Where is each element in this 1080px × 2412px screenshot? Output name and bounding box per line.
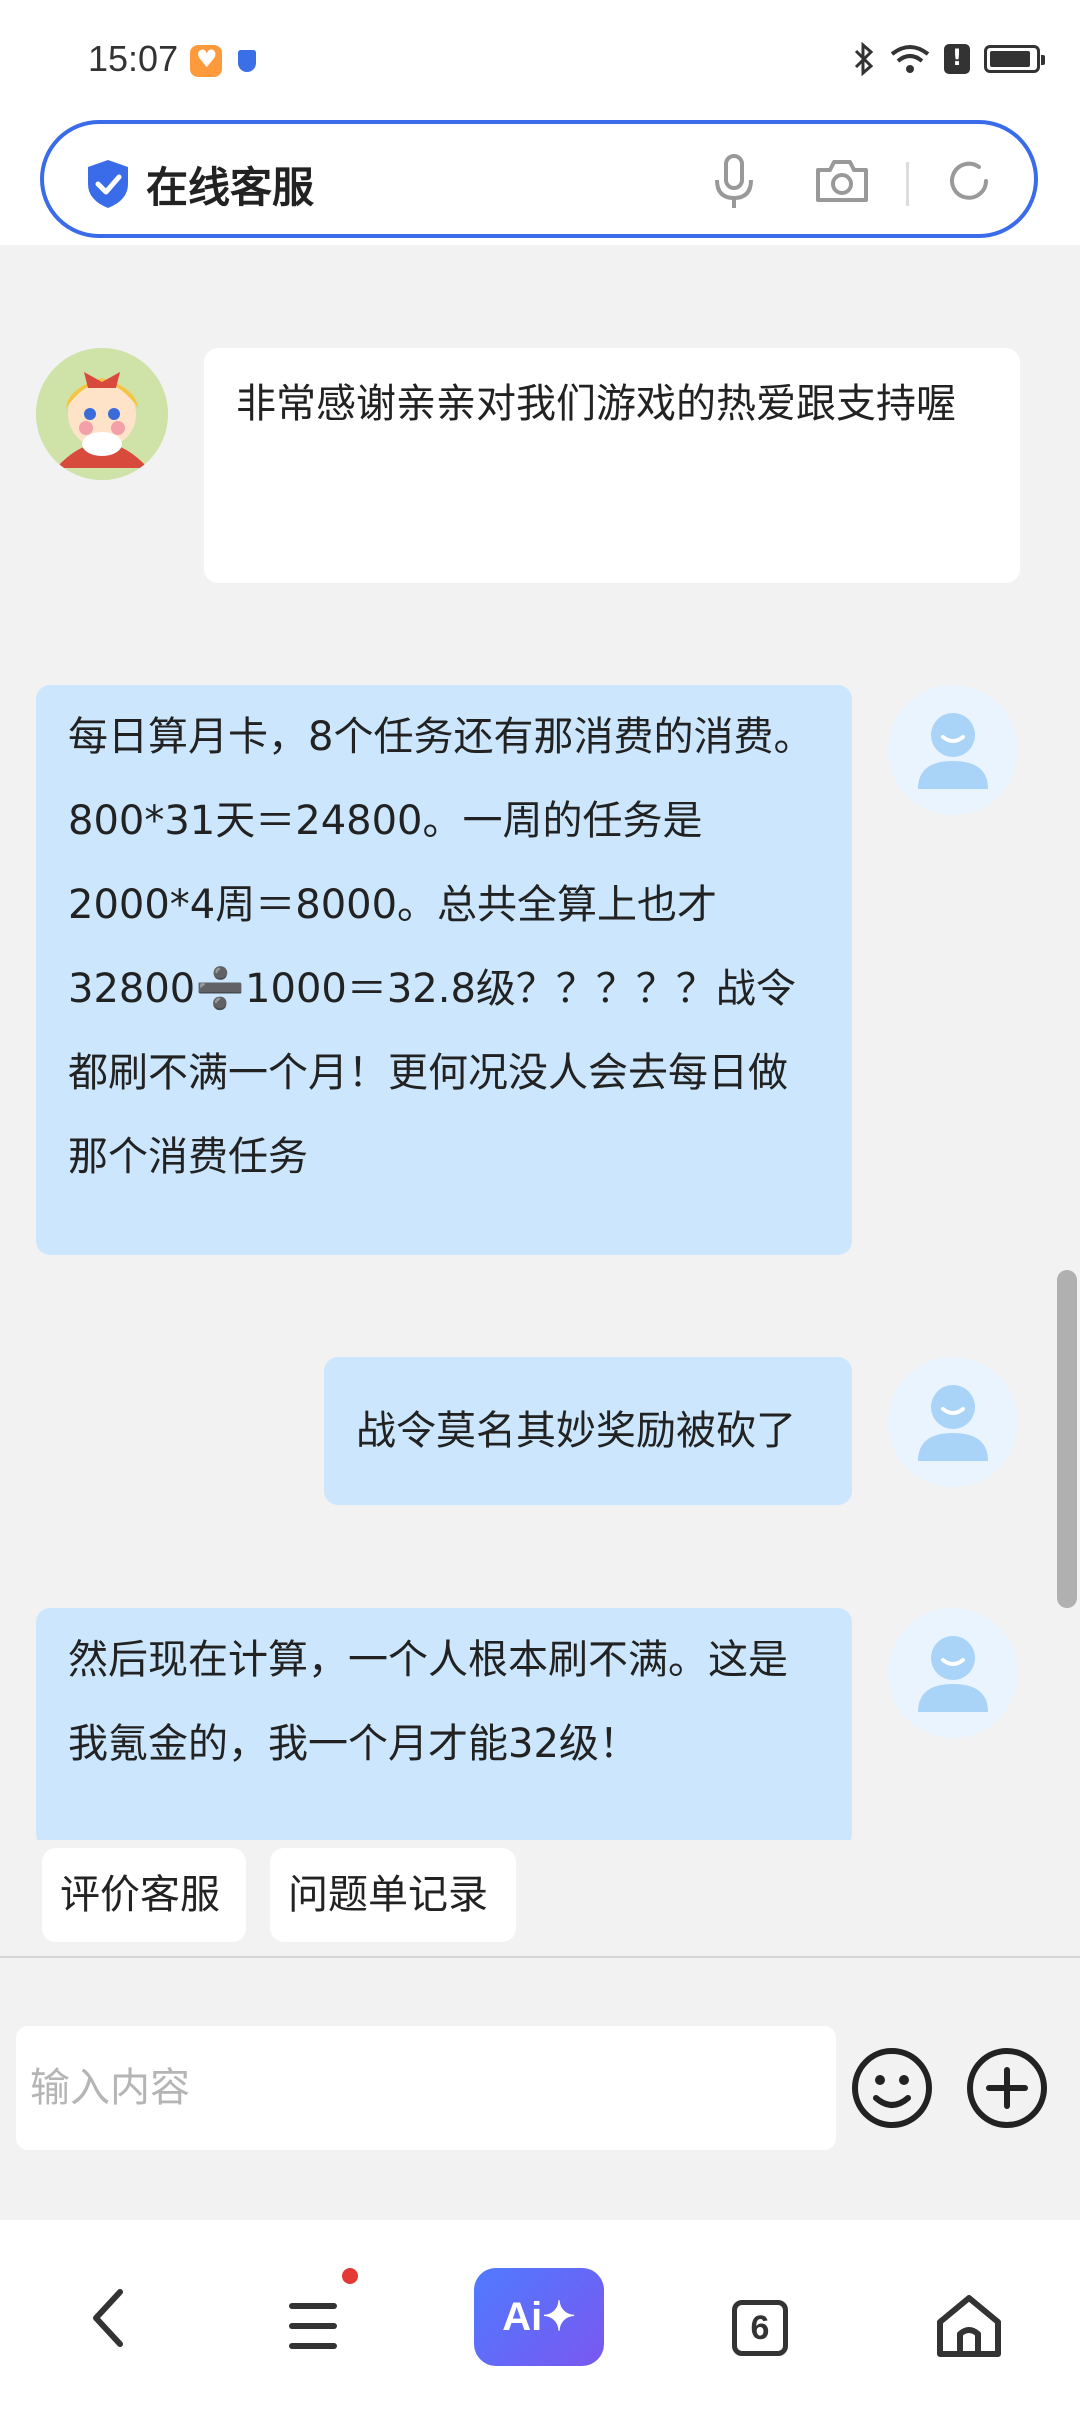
alert-icon: ! bbox=[944, 44, 970, 74]
menu-icon[interactable] bbox=[288, 2300, 338, 2352]
wifi-icon bbox=[890, 45, 930, 73]
user-avatar bbox=[888, 1357, 1018, 1487]
user-avatar bbox=[888, 685, 1018, 815]
shield-check-icon bbox=[88, 160, 128, 208]
user-message: 战令莫名其妙奖励被砍了 bbox=[324, 1357, 852, 1505]
address-bar-container: 在线客服 bbox=[0, 120, 1080, 245]
emoji-icon[interactable] bbox=[850, 2046, 934, 2130]
status-time: 15:07 bbox=[88, 38, 179, 79]
page-title: 在线客服 bbox=[146, 163, 315, 212]
ai-assistant-button[interactable]: Ai✦ bbox=[474, 2268, 604, 2366]
refresh-icon[interactable] bbox=[944, 156, 994, 206]
add-icon[interactable] bbox=[965, 2046, 1049, 2130]
user-avatar bbox=[888, 1608, 1018, 1738]
back-icon[interactable] bbox=[86, 2286, 130, 2350]
agent-message: 非常感谢亲亲对我们游戏的热爱跟支持喔 bbox=[204, 348, 1020, 583]
scrollbar-thumb[interactable] bbox=[1057, 1270, 1077, 1608]
security-shield-icon bbox=[238, 50, 256, 72]
app-notification-icon bbox=[190, 45, 222, 77]
chat-history[interactable]: 非常感谢亲亲对我们游戏的热爱跟支持喔 每日算月卡，8个任务还有那消费的消费。80… bbox=[0, 245, 1080, 1840]
bluetooth-icon bbox=[854, 42, 874, 76]
user-message: 然后现在计算，一个人根本刷不满。这是我氪金的，我一个月才能32级！ bbox=[36, 1608, 852, 1840]
user-message: 每日算月卡，8个任务还有那消费的消费。800*31天＝24800。一周的任务是2… bbox=[36, 685, 852, 1255]
rate-service-button[interactable]: 评价客服 bbox=[42, 1848, 246, 1942]
camera-icon[interactable] bbox=[814, 158, 870, 204]
microphone-icon[interactable] bbox=[712, 154, 756, 210]
composer bbox=[0, 1956, 1080, 2222]
user-avatar-icon bbox=[918, 1385, 988, 1461]
address-bar[interactable]: 在线客服 bbox=[40, 120, 1038, 238]
user-avatar-icon bbox=[918, 1636, 988, 1712]
agent-avatar bbox=[36, 348, 168, 480]
agent-avatar-image bbox=[36, 348, 168, 480]
tabs-button[interactable]: 6 bbox=[732, 2300, 788, 2356]
user-avatar-icon bbox=[918, 713, 988, 789]
battery-icon bbox=[984, 45, 1045, 73]
message-input[interactable] bbox=[16, 2026, 836, 2150]
ticket-records-button[interactable]: 问题单记录 bbox=[270, 1848, 516, 1942]
home-icon[interactable] bbox=[934, 2292, 1004, 2358]
notification-dot bbox=[342, 2268, 358, 2284]
bottom-navigation: Ai✦ 6 bbox=[0, 2220, 1080, 2412]
status-bar: 15:07 ! bbox=[0, 0, 1080, 120]
status-icons: ! bbox=[852, 42, 1045, 76]
divider bbox=[906, 162, 909, 206]
